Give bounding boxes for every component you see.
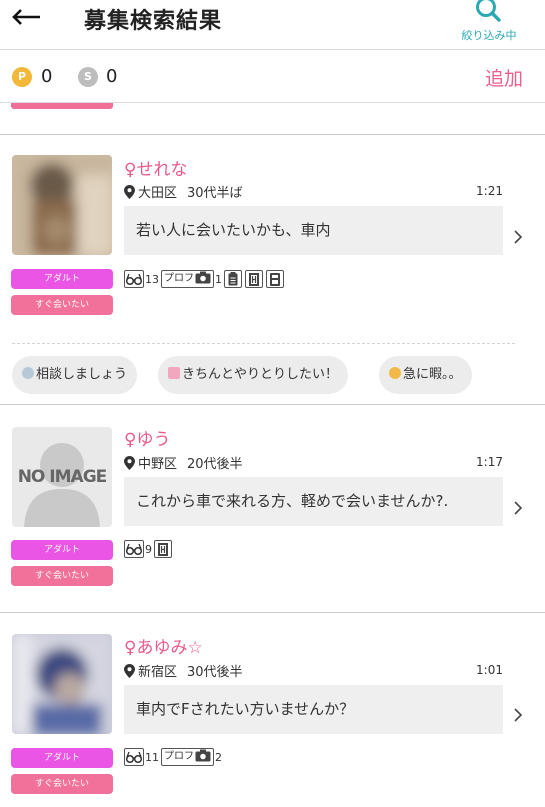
poster-name: ♀ゆう	[124, 430, 171, 450]
area-text: 大田区	[138, 186, 178, 201]
post-card[interactable]: アダルト すぐ会いたい ♀せれな 大田区 30代半ば 1:21 若い人に会いたいか…	[0, 135, 545, 345]
filter-button[interactable]: 絞り込み中	[449, 0, 529, 48]
post-time: 1:01	[476, 663, 503, 677]
s-point-value: 0	[106, 66, 118, 87]
filter-label: 絞り込み中	[461, 29, 517, 42]
glasses-icon	[124, 748, 144, 766]
location-row: 新宿区 30代後半	[124, 661, 243, 680]
camera-icon	[195, 271, 211, 284]
glasses-icon	[124, 540, 144, 558]
chip-suddenly-free[interactable]: 急に暇。。	[379, 356, 472, 394]
points-bar: P 0 S 0 追加	[0, 51, 545, 103]
profile-photo[interactable]: NO IMAGE	[12, 427, 112, 527]
dashed-divider	[12, 343, 515, 344]
blurred-photo	[12, 634, 112, 734]
chevron-right-icon[interactable]	[513, 229, 523, 245]
chip-label: 相談しましょう	[36, 367, 128, 382]
previous-card-badge	[11, 103, 113, 109]
back-button[interactable]	[10, 4, 44, 32]
profile-photo[interactable]	[12, 155, 112, 255]
meet-soon-badge: すぐ会いたい	[11, 295, 113, 315]
chip-consult[interactable]: 相談しましょう	[12, 356, 138, 394]
photo-count: 2	[215, 750, 222, 764]
age-text: 30代後半	[187, 665, 243, 680]
s-coin-icon: S	[78, 67, 98, 87]
post-time: 1:21	[476, 184, 503, 198]
prof-label: プロフ	[164, 751, 194, 762]
post-card[interactable]: NO IMAGE アダルト すぐ会いたい ♀ゆう 中野区 20代後半 1:17 こ…	[0, 405, 545, 612]
meet-soon-badge: すぐ会いたい	[11, 774, 113, 794]
view-count: 11	[145, 750, 159, 764]
chip-label: きちんとやりとりしたい！	[182, 367, 339, 382]
p-point-value: 0	[41, 66, 53, 87]
adult-badge: アダルト	[11, 748, 113, 768]
add-points-button[interactable]: 追加	[485, 64, 523, 91]
weary-face-icon	[389, 367, 401, 379]
chip-label: 急に暇。。	[403, 367, 462, 382]
chip-proper-exchange[interactable]: きちんとやりとりしたい！	[158, 356, 349, 394]
chevron-right-icon[interactable]	[513, 707, 523, 723]
photo-count: 1	[215, 272, 222, 286]
calculator-icon	[266, 270, 284, 288]
area-text: 中野区	[138, 457, 178, 472]
post-time: 1:17	[476, 455, 503, 469]
adult-badge: アダルト	[11, 540, 113, 560]
view-count: 13	[145, 272, 159, 286]
poster-name: ♀あゆみ☆	[124, 638, 203, 658]
age-text: 20代後半	[187, 457, 243, 472]
p-coin-icon: P	[12, 67, 32, 87]
profile-photo-badge: プロフ	[161, 270, 214, 288]
blurred-photo	[12, 155, 112, 255]
post-message[interactable]: 若い人に会いたいかも、車内	[124, 206, 503, 255]
view-count: 9	[145, 542, 152, 556]
profile-photo-badge: プロフ	[161, 748, 214, 766]
speech-bubble-icon	[22, 367, 34, 379]
location-pin-icon	[124, 664, 135, 678]
page-title: 募集検索結果	[84, 9, 223, 34]
hotel-icon	[245, 270, 263, 288]
age-text: 30代半ば	[187, 186, 243, 201]
search-icon	[476, 0, 501, 22]
clipboard-icon	[224, 270, 242, 288]
adult-badge: アダルト	[11, 269, 113, 289]
post-message[interactable]: 車内でFされたい方いませんか？	[124, 685, 503, 734]
hotel-icon	[154, 540, 172, 558]
back-arrow-icon	[12, 9, 40, 25]
camera-icon	[195, 749, 211, 762]
profile-photo[interactable]	[12, 634, 112, 734]
app-header: 募集検索結果 絞り込み中	[0, 0, 545, 50]
post-stats-row: 11 プロフ 2	[124, 748, 224, 768]
location-pin-icon	[124, 456, 135, 470]
poster-name: ♀せれな	[124, 160, 188, 180]
love-letter-icon	[168, 367, 180, 379]
no-image-text: NO IMAGE	[17, 467, 108, 487]
chevron-right-icon[interactable]	[513, 500, 523, 516]
glasses-icon	[124, 270, 144, 288]
prof-label: プロフ	[164, 273, 194, 284]
location-row: 大田区 30代半ば	[124, 182, 243, 201]
area-text: 新宿区	[138, 665, 178, 680]
location-row: 中野区 20代後半	[124, 453, 243, 472]
post-card[interactable]: アダルト すぐ会いたい ♀あゆみ☆ 新宿区 30代後半 1:01 車内でFされたい…	[0, 613, 545, 807]
location-pin-icon	[124, 185, 135, 199]
meet-soon-badge: すぐ会いたい	[11, 566, 113, 586]
post-stats-row: 9	[124, 540, 172, 560]
post-message[interactable]: これから車で来れる方、軽めで会いませんか?.	[124, 477, 503, 526]
post-stats-row: 13 プロフ 1	[124, 270, 284, 290]
